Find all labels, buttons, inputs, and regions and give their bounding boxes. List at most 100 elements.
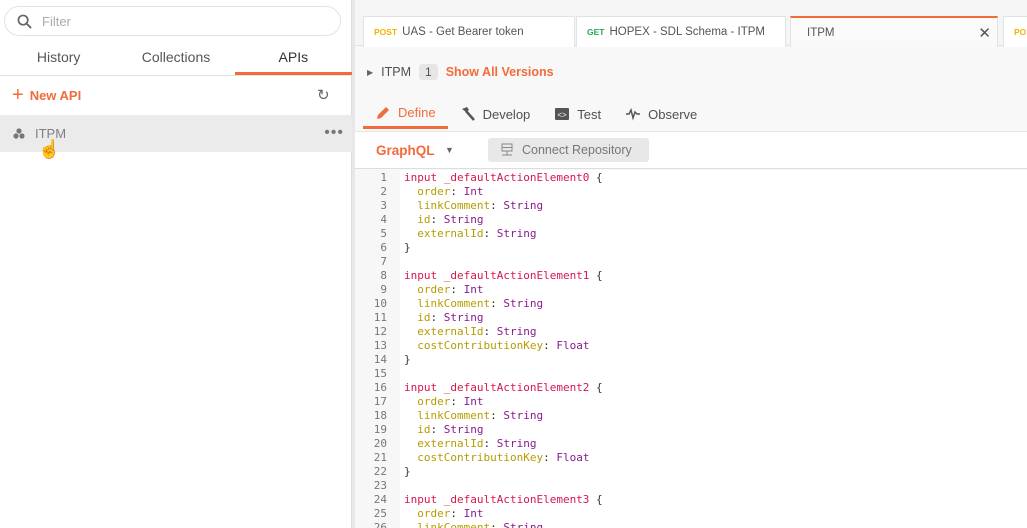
api-icon xyxy=(13,128,25,139)
line-number: 7 xyxy=(380,255,387,268)
code-text: } xyxy=(404,241,411,254)
code-text: id: String xyxy=(417,423,484,436)
new-api-button[interactable]: + New API xyxy=(12,84,82,106)
code-editor[interactable]: 1 input _defaultActionElement0 { 2 order: … xyxy=(355,170,1027,528)
line-number: 10 xyxy=(373,297,387,310)
more-options-icon[interactable]: ••• xyxy=(324,124,344,142)
search-icon xyxy=(17,14,32,29)
code-text: order: Int xyxy=(417,283,484,296)
schema-toolbar: GraphQL ▼ Connect Repository xyxy=(355,131,1027,169)
api-name: ITPM xyxy=(381,65,412,79)
code-text: input _defaultActionElement1 { xyxy=(404,269,603,282)
line-number: 23 xyxy=(373,479,387,492)
line-number: 12 xyxy=(373,325,387,338)
tab-develop[interactable]: Develop xyxy=(448,99,543,129)
tab-request[interactable]: PO xyxy=(1003,16,1027,47)
tab-request[interactable]: POST UAS - Get Bearer token xyxy=(363,16,575,47)
tab-collections[interactable]: Collections xyxy=(117,40,234,75)
tab-request[interactable]: GET HOPEX - SDL Schema - ITPM xyxy=(576,16,786,47)
method-badge: PO xyxy=(1014,27,1027,37)
pulse-icon xyxy=(626,107,641,121)
code-text: costContributionKey: Float xyxy=(417,451,590,464)
line-number: 4 xyxy=(380,213,387,226)
hammer-icon xyxy=(461,107,475,121)
code-text: costContributionKey: Float xyxy=(417,339,590,352)
code-text: } xyxy=(404,353,411,366)
line-number: 13 xyxy=(373,339,387,352)
line-number: 8 xyxy=(380,269,387,282)
tab-observe[interactable]: Observe xyxy=(613,99,709,129)
refresh-icon[interactable]: ↻ xyxy=(317,86,330,104)
tab-title: ITPM xyxy=(807,26,835,39)
connect-label: Connect Repository xyxy=(522,143,632,157)
schema-type-dropdown[interactable]: GraphQL xyxy=(376,143,435,158)
line-number: 19 xyxy=(373,423,387,436)
line-number: 6 xyxy=(380,241,387,254)
line-number: 3 xyxy=(380,199,387,212)
close-icon[interactable]: ✕ xyxy=(978,24,991,42)
code-text: input _defaultActionElement2 { xyxy=(404,381,603,394)
expand-arrow-icon[interactable]: ▶ xyxy=(367,68,373,77)
tab-apis[interactable]: APIs xyxy=(234,40,352,75)
line-number: 17 xyxy=(373,395,387,408)
code-text: order: Int xyxy=(417,395,484,408)
code-text: externalId: String xyxy=(417,325,537,338)
line-number: 25 xyxy=(373,507,387,520)
plus-icon: + xyxy=(12,84,24,106)
line-number: 20 xyxy=(373,437,387,450)
code-text: } xyxy=(404,465,411,478)
repository-icon xyxy=(501,143,513,156)
code-text: input _defaultActionElement3 { xyxy=(404,493,603,506)
api-tabs: Define Develop <> Test Observe xyxy=(363,99,709,129)
code-text: linkComment: String xyxy=(417,297,544,310)
code-text: linkComment: String xyxy=(417,409,544,422)
code-text: externalId: String xyxy=(417,227,537,240)
tab-label: Observe xyxy=(648,106,698,122)
new-api-label: New API xyxy=(29,87,82,103)
code-icon: <> xyxy=(555,108,570,120)
filter-input[interactable] xyxy=(42,13,322,29)
method-badge: POST xyxy=(374,27,398,37)
method-badge: GET xyxy=(587,27,605,37)
code-text: order: Int xyxy=(417,185,484,198)
code-text: linkComment: String xyxy=(417,199,544,212)
tab-label: Test xyxy=(577,106,602,122)
svg-text:<>: <> xyxy=(558,111,568,120)
line-number: 2 xyxy=(380,185,387,198)
tab-label: Develop xyxy=(482,106,531,122)
version-bar: ▶ ITPM 1 Show All Versions xyxy=(367,64,554,80)
line-number: 18 xyxy=(373,409,387,422)
code-text: id: String xyxy=(417,311,484,324)
line-number: 26 xyxy=(373,521,387,528)
line-number: 14 xyxy=(373,353,387,366)
line-number: 11 xyxy=(373,311,387,324)
main-panel: POST UAS - Get Bearer token GET HOPEX - SD… xyxy=(355,0,1027,528)
tab-api-itpm[interactable]: ITPM ✕ xyxy=(790,16,998,47)
tab-title: UAS - Get Bearer token xyxy=(402,26,524,38)
code-text: linkComment: String xyxy=(417,521,544,528)
line-number: 1 xyxy=(380,171,387,184)
line-number: 22 xyxy=(373,465,387,478)
filter-field[interactable] xyxy=(4,6,341,36)
line-number: 24 xyxy=(373,493,387,506)
tab-title: HOPEX - SDL Schema - ITPM xyxy=(609,26,765,38)
code-text: externalId: String xyxy=(417,437,537,450)
sidebar: History Collections APIs +New API ↻ ITPM… xyxy=(0,0,352,528)
pencil-icon xyxy=(377,106,389,119)
tab-history[interactable]: History xyxy=(0,40,117,75)
sidebar-tabs: History Collections APIs xyxy=(0,40,352,76)
connect-repository-button[interactable]: Connect Repository xyxy=(488,138,649,162)
code-text: id: String xyxy=(417,213,484,226)
show-all-versions-link[interactable]: Show All Versions xyxy=(446,65,554,79)
line-number: 21 xyxy=(373,451,387,464)
hand-cursor-icon: ☝ xyxy=(38,139,61,159)
line-number: 9 xyxy=(380,283,387,296)
code-text: input _defaultActionElement0 { xyxy=(404,171,603,184)
tab-label: Define xyxy=(398,105,436,120)
line-number: 15 xyxy=(373,367,387,380)
line-number: 16 xyxy=(373,381,387,394)
chevron-down-icon[interactable]: ▼ xyxy=(445,145,454,155)
tab-test[interactable]: <> Test xyxy=(542,99,613,129)
tab-define[interactable]: Define xyxy=(363,99,448,129)
version-badge: 1 xyxy=(419,64,438,80)
